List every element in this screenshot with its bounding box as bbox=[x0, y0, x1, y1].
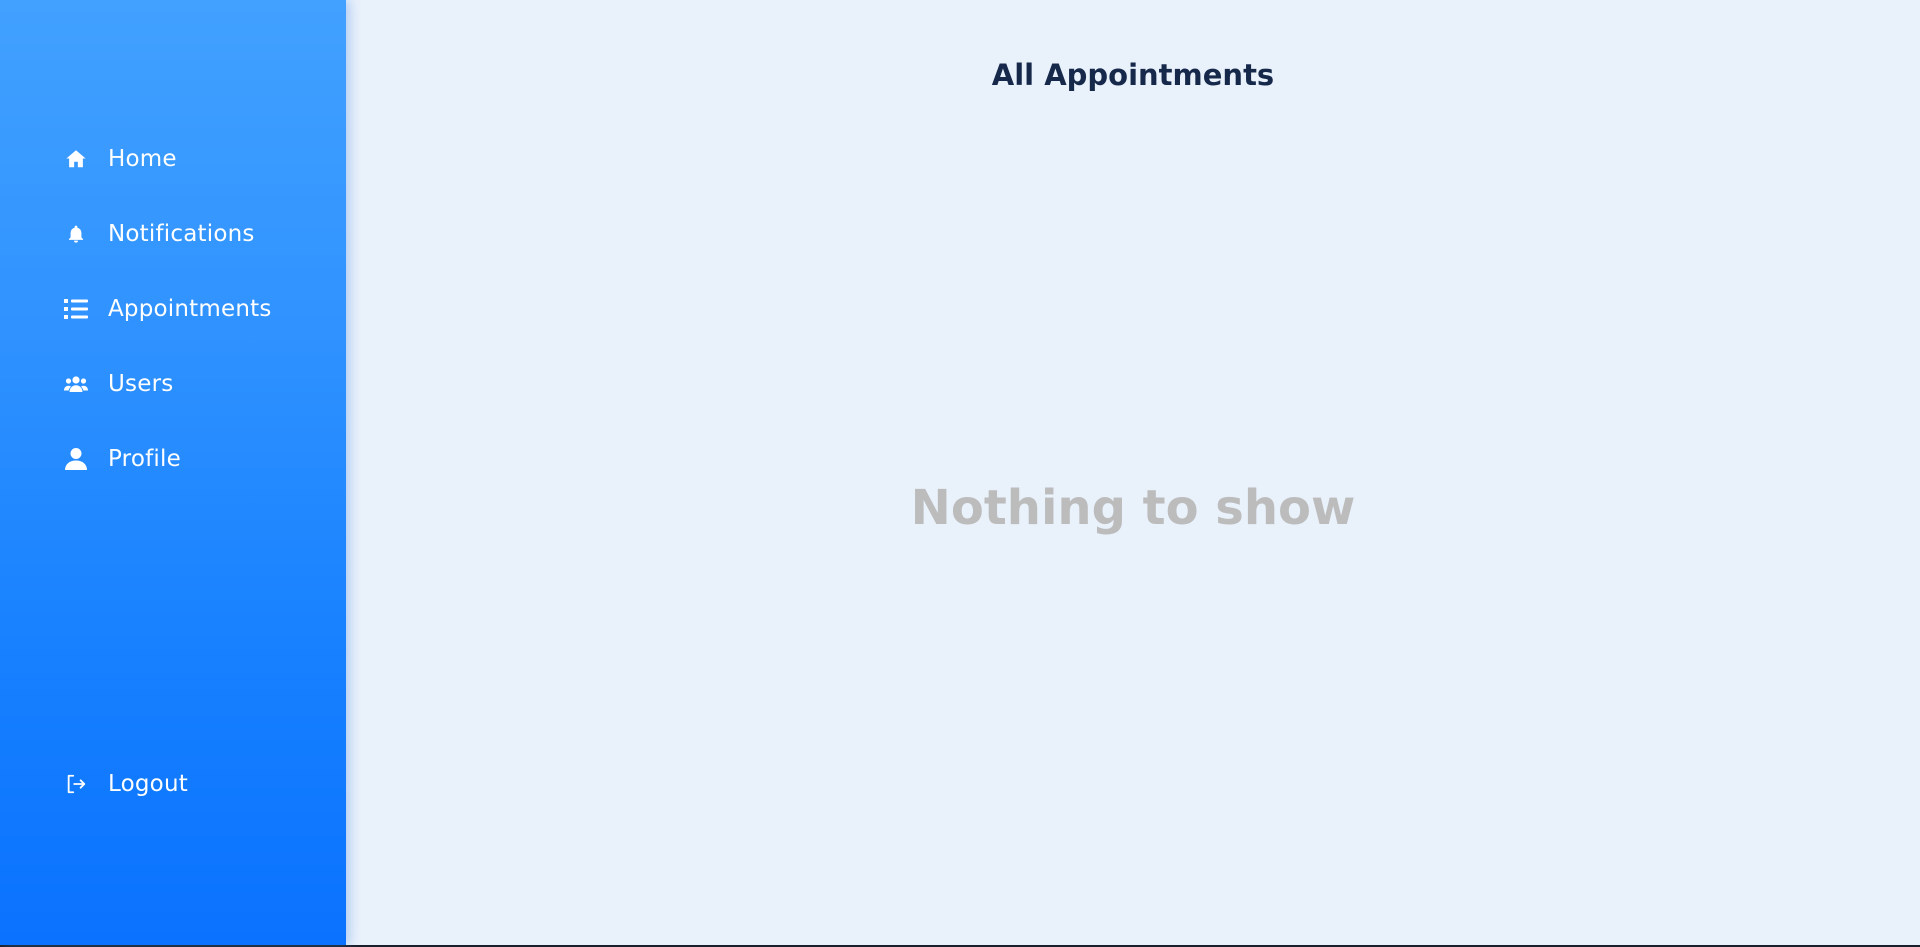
bell-icon bbox=[64, 222, 88, 246]
users-icon bbox=[64, 372, 88, 396]
list-icon bbox=[64, 297, 88, 321]
sidebar-item-home[interactable]: Home bbox=[64, 139, 177, 179]
sidebar-item-label: Notifications bbox=[108, 221, 255, 247]
sidebar: Home Notifications Appointments Users Pr… bbox=[0, 0, 346, 945]
page-title: All Appointments bbox=[991, 58, 1275, 92]
empty-state-message: Nothing to show bbox=[910, 480, 1356, 536]
sidebar-item-label: Appointments bbox=[108, 296, 272, 322]
app-window: Home Notifications Appointments Users Pr… bbox=[0, 0, 1920, 945]
logout-button[interactable]: Logout bbox=[64, 764, 188, 804]
sidebar-item-label: Home bbox=[108, 146, 177, 172]
logout-icon bbox=[64, 772, 88, 796]
sidebar-item-users[interactable]: Users bbox=[64, 364, 173, 404]
sidebar-item-label: Users bbox=[108, 371, 174, 397]
home-icon bbox=[64, 147, 88, 171]
sidebar-item-profile[interactable]: Profile bbox=[64, 439, 181, 479]
logout-label: Logout bbox=[108, 771, 188, 797]
user-icon bbox=[64, 447, 88, 471]
main-content: All Appointments Nothing to show bbox=[346, 0, 1920, 945]
sidebar-item-label: Profile bbox=[108, 446, 181, 472]
sidebar-item-appointments[interactable]: Appointments bbox=[64, 289, 272, 329]
sidebar-item-notifications[interactable]: Notifications bbox=[64, 214, 255, 254]
